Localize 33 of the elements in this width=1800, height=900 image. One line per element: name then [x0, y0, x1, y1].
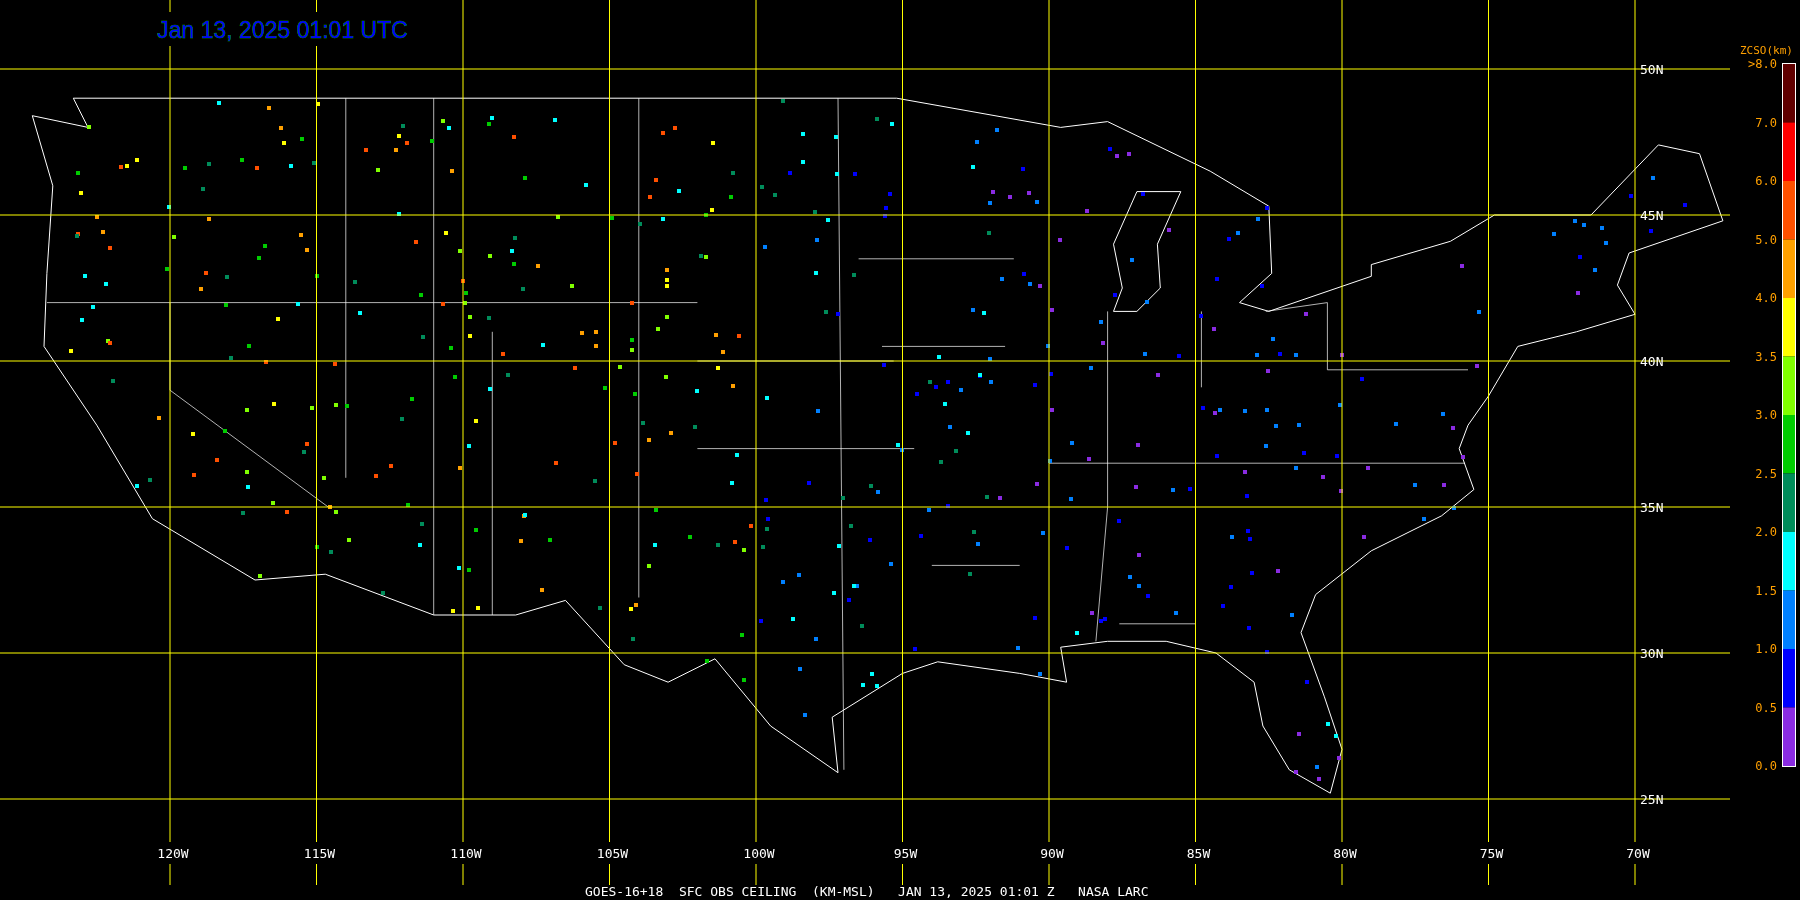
legend-tick-label: 5.0 — [1755, 232, 1777, 247]
legend-title: ZCSO(km) — [1740, 44, 1793, 57]
longitude-label: 100W — [743, 846, 775, 861]
legend-tick-label: 3.0 — [1755, 408, 1777, 422]
legend-tick-label: 0.5 — [1755, 700, 1777, 715]
legend-tick-label: 2.5 — [1755, 466, 1777, 481]
legend-tick-label: 3.5 — [1755, 349, 1777, 364]
longitude-label: 105W — [596, 846, 629, 861]
latitude-label: 25N — [1640, 792, 1664, 807]
legend-tick-label: 1.0 — [1755, 642, 1777, 656]
longitude-label: 70W — [1626, 846, 1650, 861]
latitude-label: 40N — [1640, 354, 1664, 369]
legend-tick-label: >8.0 — [1748, 57, 1777, 71]
legend-tick-label: 6.0 — [1755, 174, 1777, 188]
latitude-label: 50N — [1640, 62, 1664, 77]
longitude-label: 80W — [1333, 846, 1357, 861]
legend-tick-label: 4.0 — [1755, 291, 1777, 305]
longitude-label: 75W — [1479, 846, 1504, 861]
longitude-label: 115W — [303, 846, 336, 861]
latitude-label: 45N — [1640, 208, 1664, 223]
legend-tick-label: 2.0 — [1755, 525, 1777, 539]
longitude-label: 110W — [450, 846, 482, 861]
legend-tick-label: 7.0 — [1755, 115, 1777, 130]
longitude-label: 120W — [157, 846, 189, 861]
legend-tick-label: 0.0 — [1755, 759, 1777, 773]
footer-caption: GOES-16+18 SFC OBS CEILING (KM-MSL) JAN 13, 2025 01:01 Z NASA LARC — [585, 884, 1149, 899]
legend-tick-label: 1.5 — [1755, 583, 1777, 598]
latitude-label: 30N — [1640, 646, 1664, 661]
map-title: Jan 13, 2025 01:01 UTC — [157, 17, 408, 43]
longitude-label: 90W — [1040, 846, 1064, 861]
longitude-label: 95W — [893, 846, 918, 861]
longitude-label: 85W — [1186, 846, 1211, 861]
latitude-label: 35N — [1640, 500, 1664, 515]
